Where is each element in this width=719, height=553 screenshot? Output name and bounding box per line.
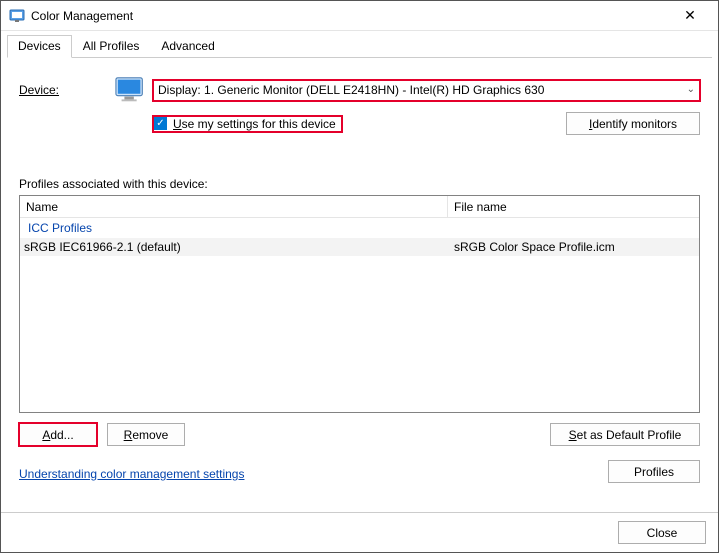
- profiles-button[interactable]: Profiles: [608, 460, 700, 483]
- device-row: Device: Display: 1. Generic Monitor (DEL…: [19, 76, 700, 104]
- device-dropdown-value: Display: 1. Generic Monitor (DELL E2418H…: [158, 83, 544, 97]
- column-name[interactable]: Name: [20, 196, 448, 217]
- profiles-label: Profiles associated with this device:: [19, 177, 700, 191]
- color-management-window: Color Management ✕ Devices All Profiles …: [0, 0, 719, 553]
- tab-bar: Devices All Profiles Advanced: [1, 31, 718, 58]
- chevron-down-icon: ⌄: [687, 84, 695, 95]
- device-dropdown[interactable]: Display: 1. Generic Monitor (DELL E2418H…: [153, 80, 700, 101]
- profiles-list[interactable]: Name File name ICC Profiles sRGB IEC6196…: [19, 195, 700, 413]
- dialog-footer: Close: [1, 512, 718, 552]
- identify-monitors-button[interactable]: Identify monitors: [566, 112, 700, 135]
- window-title: Color Management: [31, 9, 670, 23]
- tab-devices[interactable]: Devices: [7, 35, 72, 58]
- use-settings-checkbox[interactable]: ✓: [154, 117, 167, 130]
- list-item-file: sRGB Color Space Profile.icm: [448, 240, 699, 254]
- settings-row: ✓ Use my settings for this device Identi…: [153, 112, 700, 135]
- list-item-name: sRGB IEC61966-2.1 (default): [20, 240, 448, 254]
- add-button[interactable]: Add...: [19, 423, 97, 446]
- profile-buttons-row: Add... Remove Set as Default Profile: [19, 423, 700, 446]
- titlebar: Color Management ✕: [1, 1, 718, 31]
- column-file[interactable]: File name: [448, 200, 699, 214]
- understanding-link[interactable]: Understanding color management settings: [19, 467, 244, 481]
- close-button[interactable]: Close: [618, 521, 706, 544]
- list-item[interactable]: sRGB IEC61966-2.1 (default) sRGB Color S…: [20, 238, 699, 256]
- monitor-icon: [115, 76, 147, 104]
- tab-all-profiles[interactable]: All Profiles: [72, 35, 151, 58]
- list-header: Name File name: [20, 196, 699, 218]
- tab-content: Device: Display: 1. Generic Monitor (DEL…: [1, 58, 718, 512]
- close-icon[interactable]: ✕: [670, 7, 710, 24]
- use-settings-wrap: ✓ Use my settings for this device: [153, 116, 342, 132]
- app-icon: [9, 8, 25, 24]
- use-settings-label[interactable]: Use my settings for this device: [173, 117, 336, 131]
- device-label: Device:: [19, 83, 115, 97]
- remove-button[interactable]: Remove: [107, 423, 185, 446]
- tab-advanced[interactable]: Advanced: [150, 35, 225, 58]
- set-default-button[interactable]: Set as Default Profile: [550, 423, 700, 446]
- list-group-icc: ICC Profiles: [20, 218, 699, 238]
